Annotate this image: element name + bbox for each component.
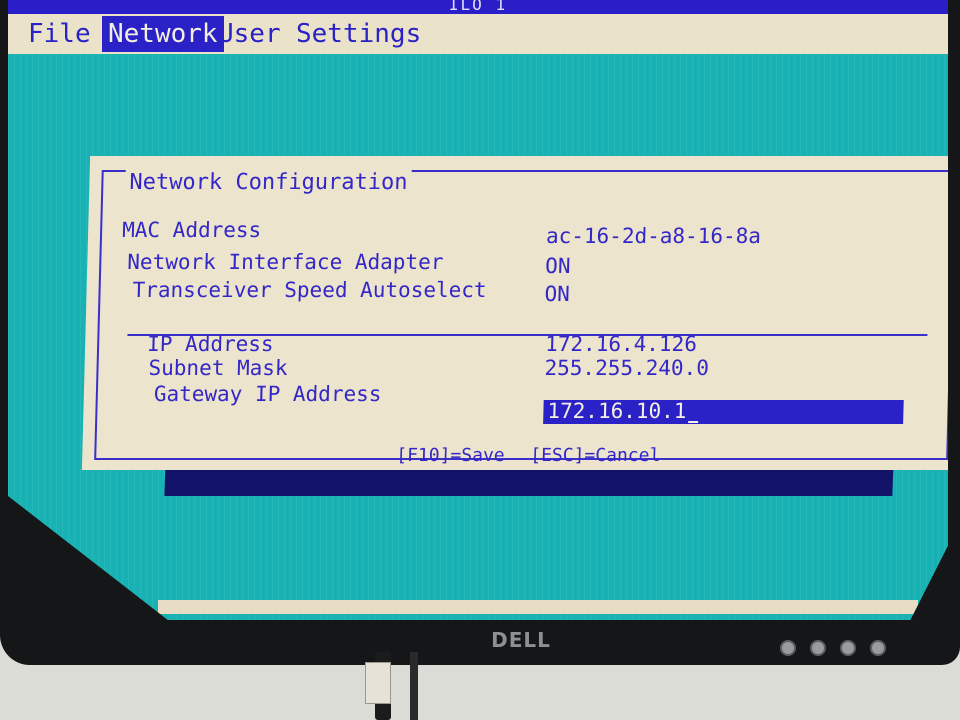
ip-address-field[interactable]: 172.16.4.126 [545, 332, 697, 356]
network-config-dialog: Network Configuration MAC Address ac-16-… [82, 156, 948, 470]
screen: ILO 1 File Network User Settings Network… [8, 0, 948, 620]
subnet-mask-label: Subnet Mask [148, 356, 288, 380]
mac-address-value: ac-16-2d-a8-16-8a [545, 224, 762, 248]
transceiver-speed-autoselect-label: Transceiver Speed Autoselect [132, 278, 487, 302]
gateway-ip-address-value[interactable]: 172.16.10.1 [547, 399, 699, 423]
cancel-hint[interactable]: [ESC]=Cancel [530, 445, 661, 466]
button-icon[interactable] [810, 640, 826, 656]
monitor-bezel: ILO 1 File Network User Settings Network… [0, 0, 960, 665]
gateway-ip-address-label: Gateway IP Address [153, 382, 382, 406]
ip-address-label: IP Address [146, 332, 274, 356]
screen-bottom-strip [158, 600, 918, 614]
menu-user[interactable]: User [212, 16, 287, 52]
power-icon[interactable] [870, 640, 886, 656]
menu-settings[interactable]: Settings [290, 16, 427, 52]
network-interface-adapter-value[interactable]: ON [545, 254, 571, 278]
menu-bar: File Network User Settings [8, 14, 948, 54]
subnet-mask-field[interactable]: 255.255.240.0 [544, 356, 709, 380]
menu-file[interactable]: File [22, 16, 97, 52]
button-icon[interactable] [780, 640, 796, 656]
monitor-brand-logo: DELL [491, 628, 551, 652]
cable-tag [365, 662, 391, 704]
network-interface-adapter-label: Network Interface Adapter [127, 250, 444, 274]
dialog-title: Network Configuration [125, 170, 412, 195]
save-hint[interactable]: [F10]=Save [396, 445, 505, 466]
button-icon[interactable] [840, 640, 856, 656]
text-cursor [688, 403, 699, 423]
transceiver-speed-autoselect-value[interactable]: ON [544, 282, 570, 306]
mac-address-label: MAC Address [121, 218, 262, 242]
stand-cable [410, 652, 418, 720]
monitor-buttons [780, 640, 886, 656]
dialog-frame: Network Configuration MAC Address ac-16-… [94, 170, 948, 460]
menu-network[interactable]: Network [102, 16, 224, 52]
